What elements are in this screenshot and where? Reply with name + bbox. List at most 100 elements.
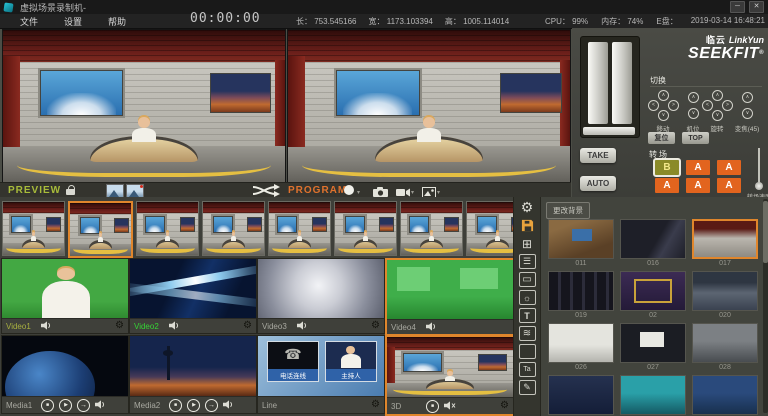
speaker-icon[interactable] <box>426 318 437 336</box>
stop-button[interactable] <box>169 399 182 412</box>
scene-thumb[interactable] <box>620 375 686 416</box>
draw-icon[interactable] <box>519 380 536 395</box>
scene-thumb[interactable] <box>692 375 758 416</box>
source-video1[interactable]: Video1 <box>1 258 129 334</box>
angle-thumb[interactable] <box>2 201 65 256</box>
arrow-up-button[interactable] <box>712 90 723 101</box>
source-line[interactable]: ☎ 电话连线 主持人 Line <box>257 335 385 414</box>
scene-thumb-selected[interactable]: 017 <box>692 219 758 269</box>
source-3d-selected[interactable]: 3D <box>385 335 515 416</box>
arrow-down-button[interactable] <box>688 108 699 119</box>
effects-icon[interactable] <box>519 326 536 341</box>
light-icon[interactable] <box>519 290 536 305</box>
scene-thumb[interactable]: 020 <box>692 271 758 321</box>
gear-icon[interactable] <box>500 401 509 411</box>
scene-thumb[interactable]: 02 <box>620 271 686 321</box>
background-image-marked-icon[interactable] <box>126 184 144 198</box>
t-bar-grip[interactable] <box>588 42 608 124</box>
scene-thumb[interactable]: 019 <box>548 271 614 321</box>
gear-icon[interactable] <box>371 400 380 410</box>
arrow-up-button[interactable] <box>658 90 669 101</box>
arrow-left-button[interactable] <box>648 100 659 111</box>
scene-thumb[interactable]: 027 <box>620 323 686 373</box>
scene-thumb[interactable]: 026 <box>548 323 614 373</box>
gear-icon[interactable] <box>115 321 124 331</box>
scene-list-icon[interactable] <box>519 254 536 269</box>
angle-thumb[interactable] <box>400 201 463 256</box>
arrow-down-button[interactable] <box>712 110 723 121</box>
library-scrollbar[interactable] <box>763 199 768 413</box>
speaker-icon[interactable] <box>95 396 106 414</box>
arrow-down-button[interactable] <box>658 110 669 121</box>
speaker-icon[interactable] <box>297 317 308 335</box>
loop-button[interactable] <box>77 399 90 412</box>
auto-button[interactable]: AUTO <box>580 176 616 191</box>
record-icon[interactable] <box>344 185 354 195</box>
t-bar-grip[interactable] <box>612 42 632 124</box>
preview-monitor[interactable] <box>2 29 286 183</box>
close-button[interactable]: ✕ <box>749 1 764 13</box>
loop-button[interactable] <box>205 399 218 412</box>
angle-thumb[interactable] <box>334 201 397 256</box>
source-video3[interactable]: Video3 <box>257 258 385 334</box>
top-button[interactable]: TOP <box>682 132 709 144</box>
speaker-icon[interactable] <box>41 317 52 335</box>
speaker-icon[interactable] <box>169 317 180 335</box>
background-image-icon[interactable] <box>106 184 124 198</box>
source-media2[interactable]: Media2 <box>129 335 257 414</box>
t-bar-fader[interactable] <box>580 36 640 138</box>
transition-key-a[interactable]: A <box>686 178 710 193</box>
text-icon[interactable] <box>519 362 536 377</box>
scene-thumb[interactable] <box>548 375 614 416</box>
scene-thumb[interactable]: 028 <box>692 323 758 373</box>
angle-thumb[interactable] <box>202 201 265 256</box>
source-video4-selected[interactable]: Video4 <box>385 258 515 336</box>
picture-dropdown-caret[interactable]: ▾ <box>437 189 440 196</box>
change-background-tab[interactable]: 更改背景 <box>546 202 590 219</box>
save-icon[interactable] <box>518 218 536 233</box>
angle-thumb-selected[interactable] <box>68 201 133 258</box>
transition-key-a[interactable]: A <box>655 178 679 193</box>
scene-thumb[interactable]: 011 <box>548 219 614 269</box>
speaker-icon[interactable] <box>223 396 234 414</box>
gear-icon[interactable] <box>371 321 380 331</box>
menu-help[interactable]: 帮助 <box>102 15 132 28</box>
settings-gear-icon[interactable] <box>518 200 536 215</box>
scene-thumb[interactable]: 016 <box>620 219 686 269</box>
phone-call-tile[interactable]: ☎ 电话连线 <box>267 341 319 383</box>
reset-button[interactable]: 复位 <box>648 132 675 144</box>
scrollbar-thumb[interactable] <box>763 201 768 263</box>
arrow-left-button[interactable] <box>702 100 713 111</box>
frame-icon[interactable] <box>519 344 536 359</box>
lock-icon[interactable] <box>66 185 75 195</box>
minimize-button[interactable]: ─ <box>730 1 745 13</box>
host-tile[interactable]: 主持人 <box>325 341 377 383</box>
transition-key-a[interactable]: A <box>717 178 741 193</box>
angle-thumb[interactable] <box>136 201 199 256</box>
arrow-up-button[interactable] <box>742 92 753 103</box>
arrow-up-button[interactable] <box>688 92 699 103</box>
transition-key-a[interactable]: A <box>686 160 710 175</box>
record-dropdown-caret[interactable]: ▾ <box>357 189 360 196</box>
program-monitor[interactable] <box>287 29 571 183</box>
add-scene-icon[interactable] <box>518 236 536 251</box>
stop-button[interactable] <box>41 399 54 412</box>
camcorder-dropdown-caret[interactable]: ▾ <box>411 189 414 196</box>
take-button[interactable]: TAKE <box>580 148 616 163</box>
source-media1[interactable]: Media1 <box>1 335 129 414</box>
angle-thumb[interactable] <box>268 201 331 256</box>
gear-icon[interactable] <box>243 321 252 331</box>
play-button[interactable] <box>59 399 72 412</box>
transition-key-b[interactable]: B <box>655 160 679 175</box>
menu-file[interactable]: 文件 <box>14 15 44 28</box>
subtitle-icon[interactable] <box>519 308 536 323</box>
stop-button[interactable] <box>426 400 439 413</box>
transition-speed-slider[interactable]: 转场速度 <box>753 148 765 194</box>
speaker-muted-icon[interactable] <box>444 397 456 415</box>
menu-settings[interactable]: 设置 <box>58 15 88 28</box>
slider-knob[interactable] <box>755 182 763 190</box>
display-icon[interactable] <box>519 272 536 287</box>
transition-key-a[interactable]: A <box>717 160 741 175</box>
source-video2[interactable]: Video2 <box>129 258 257 334</box>
play-button[interactable] <box>187 399 200 412</box>
